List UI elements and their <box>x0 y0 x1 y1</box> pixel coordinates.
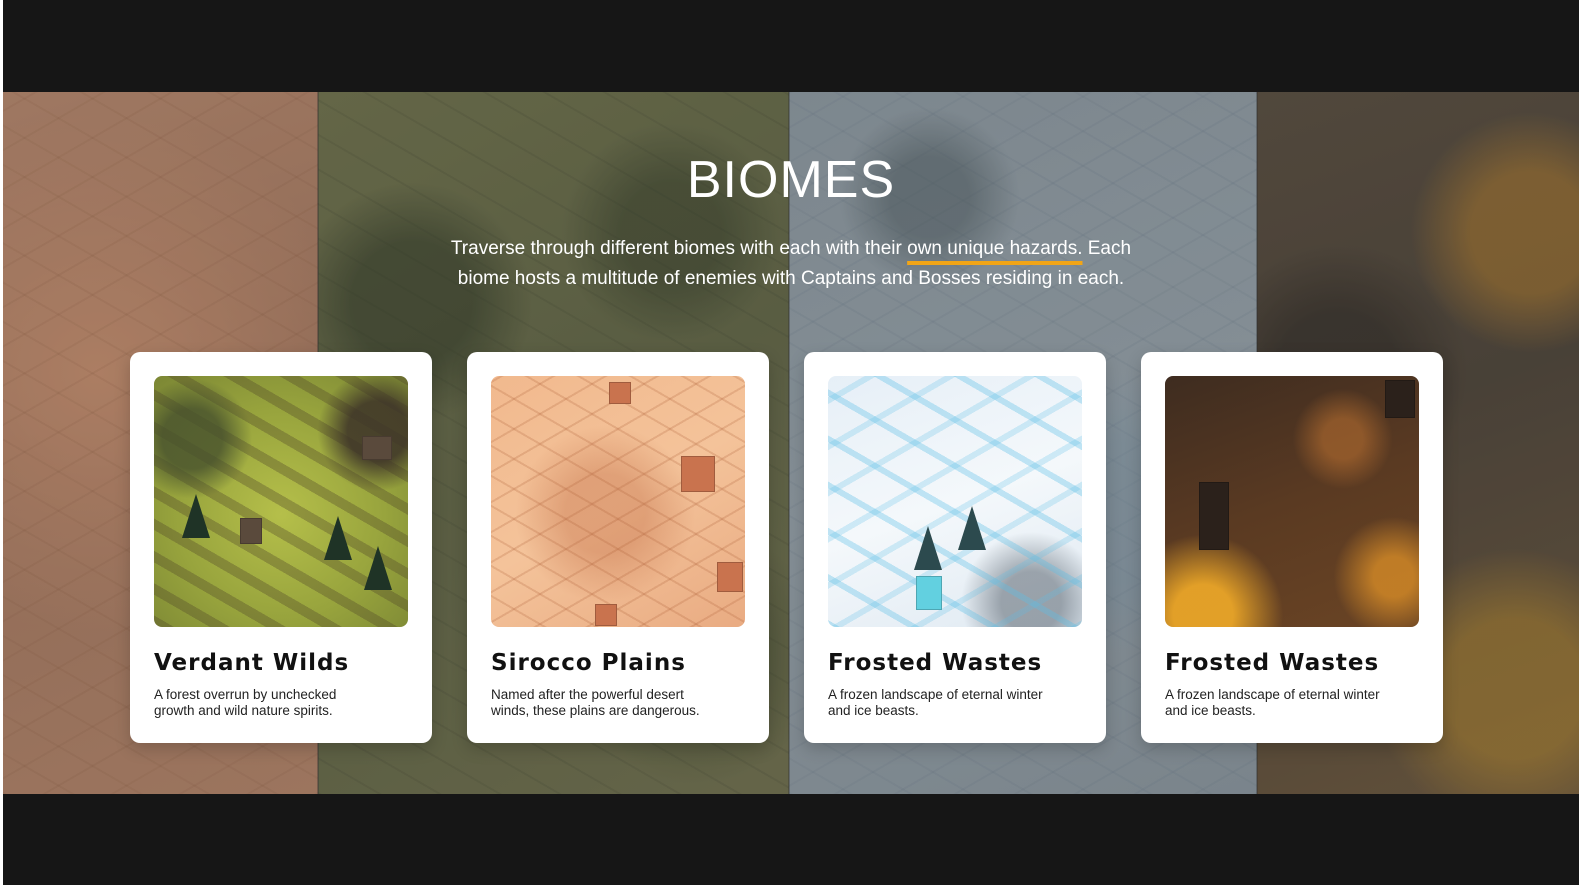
subtitle-highlight: own unique hazards. <box>907 238 1083 259</box>
biome-card-frosted-wastes[interactable] <box>804 352 1106 743</box>
section-title: BIOMES <box>686 151 896 209</box>
obsidian-pillar-icon <box>1385 380 1415 418</box>
snow-biome-image <box>828 376 1082 627</box>
stone-block-icon <box>240 518 262 544</box>
card-title-frosted-wastes-2: Frosted Wastes <box>1165 650 1380 676</box>
desert-biome-image <box>491 376 745 627</box>
sandstone-block-icon <box>609 382 631 404</box>
card-description: A frozen landscape of eternal winter and… <box>828 687 1043 718</box>
subtitle-text: Traverse through different biomes with e… <box>450 238 908 259</box>
card-description: A forest overrun by unchecked growth and… <box>154 687 337 718</box>
pine-tree-icon <box>324 516 352 560</box>
sandstone-block-icon <box>717 562 743 592</box>
card-title-sirocco-plains: Sirocco Plains <box>491 650 686 676</box>
sandstone-block-icon <box>595 604 617 626</box>
biome-card-verdant-wilds[interactable] <box>130 352 432 743</box>
section-subtitle: Traverse through different biomes with e… <box>423 234 1159 294</box>
forest-biome-image <box>154 376 408 627</box>
card-description: A frozen landscape of eternal winter and… <box>1165 687 1380 718</box>
pine-tree-icon <box>182 494 210 538</box>
pine-tree-icon <box>958 506 986 550</box>
card-title-frosted-wastes: Frosted Wastes <box>828 650 1043 676</box>
card-description: Named after the powerful desert winds, t… <box>491 687 700 718</box>
biomes-section: BIOMES Traverse through different biomes… <box>3 0 1579 885</box>
biome-card-frosted-wastes-2[interactable] <box>1141 352 1443 743</box>
lava-biome-image <box>1165 376 1419 627</box>
ice-block-icon <box>916 576 942 610</box>
pine-tree-icon <box>364 546 392 590</box>
pine-tree-icon <box>914 526 942 570</box>
biome-card-sirocco-plains[interactable] <box>467 352 769 743</box>
card-title-verdant-wilds: Verdant Wilds <box>154 650 350 676</box>
stone-block-icon <box>362 436 392 460</box>
obsidian-pillar-icon <box>1199 482 1229 550</box>
sandstone-block-icon <box>681 456 715 492</box>
